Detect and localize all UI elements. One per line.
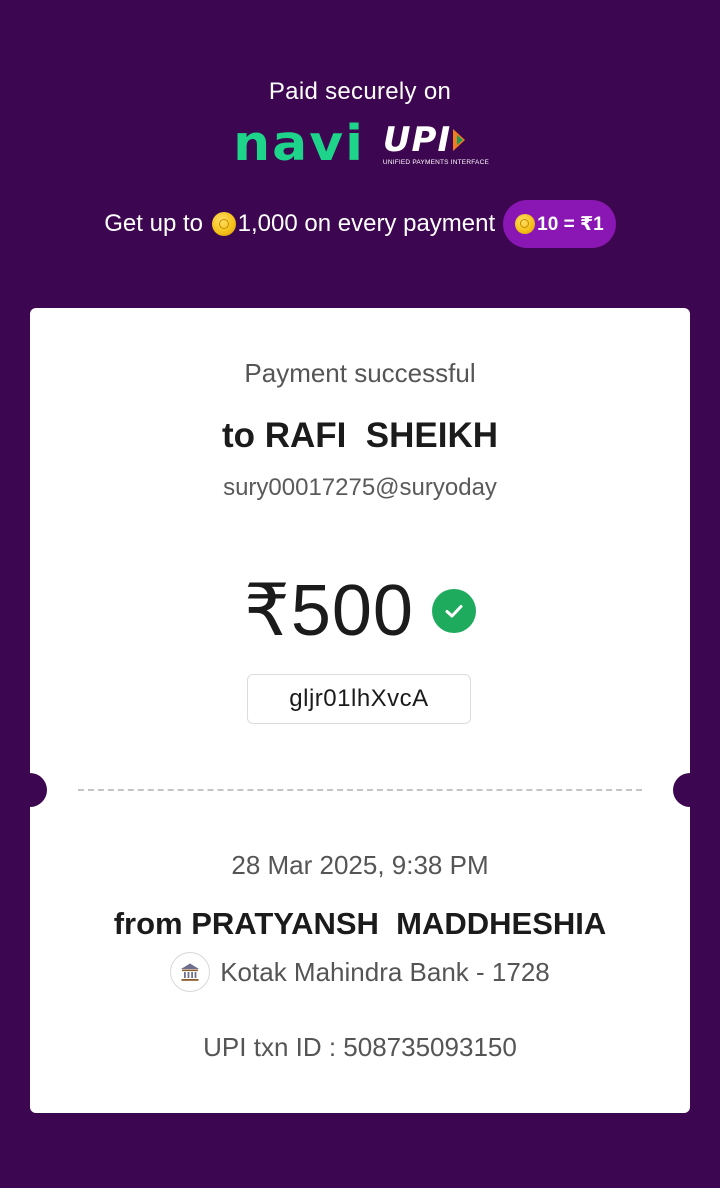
brand-logos: navi UPI UNIFIED PAYMENTS INTERFACE bbox=[0, 118, 720, 170]
payer-bank: Kotak Mahindra Bank - 1728 bbox=[220, 956, 550, 987]
navi-logo: navi bbox=[233, 115, 365, 173]
header-tagline: Paid securely on bbox=[268, 78, 452, 105]
upi-logo-text: UPI bbox=[382, 119, 452, 160]
payee-upi-id: sury00017275@suryoday bbox=[223, 474, 497, 501]
dashed-divider bbox=[78, 789, 642, 791]
payment-amount: ₹500 bbox=[244, 571, 414, 651]
payment-datetime: 28 Mar 2025, 9:38 PM bbox=[231, 850, 489, 880]
rewards-promo: Get up to 1,000 on every payment 10 = ₹1 bbox=[0, 200, 720, 248]
payee-name: to RAFI SHEIKH bbox=[221, 416, 499, 455]
ticket-notch-left bbox=[13, 773, 47, 807]
upi-subtitle: UNIFIED PAYMENTS INTERFACE bbox=[382, 158, 490, 166]
ticket-notch-right bbox=[673, 773, 707, 807]
payer-name: from PRATYANSH MADDHESHIA bbox=[113, 906, 607, 941]
upi-transaction-id[interactable]: UPI txn ID : 508735093150 bbox=[30, 1032, 690, 1063]
coin-conversion-text: 10 = ₹1 bbox=[537, 213, 604, 235]
coin-icon bbox=[515, 214, 536, 234]
amount-row: ₹500 bbox=[30, 570, 690, 652]
bank-icon bbox=[170, 952, 211, 992]
payment-status: Payment successful bbox=[244, 358, 476, 388]
payment-receipt-card: Payment successful to RAFI SHEIKH sury00… bbox=[13, 308, 707, 1113]
check-circle-icon bbox=[431, 589, 476, 633]
reference-code[interactable]: gljr01lhXvcA bbox=[247, 674, 471, 724]
coin-conversion-badge[interactable]: 10 = ₹1 bbox=[503, 200, 616, 248]
upi-logo: UPI UNIFIED PAYMENTS INTERFACE bbox=[382, 119, 490, 166]
promo-amount: 1,000 on every payment bbox=[237, 210, 496, 237]
promo-prefix: Get up to bbox=[104, 210, 210, 237]
payer-bank-row: Kotak Mahindra Bank - 1728 bbox=[30, 952, 690, 992]
upi-arrow-icon bbox=[453, 128, 466, 151]
coin-icon bbox=[211, 212, 236, 236]
